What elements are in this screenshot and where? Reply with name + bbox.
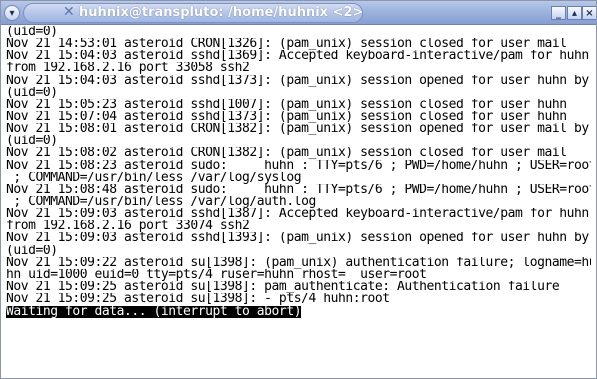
log-line: Nov 21 15:09:22 asteroid su[1398]: (pam_… [6,256,592,269]
log-line: ; COMMAND=/usr/bin/less /var/log/auth.lo… [6,195,316,209]
log-line: Nov 21 15:08:48 asteroid sudo: huhn : TT… [6,183,592,196]
right-edge [591,26,596,378]
log-line: Nov 21 15:05:23 asteroid sshd[1007]: (pa… [6,98,567,111]
maximize-button[interactable]: ▴ [567,6,582,20]
maximize-icon: ▴ [571,7,578,19]
terminal-window: ▾ ✕ huhnix@transpluto: /home/huhnix <2> … [0,0,597,379]
waiting-status: Waiting for data... (interrupt to abort) [6,306,302,319]
log-line: Nov 21 15:09:03 asteroid sshd[1387]: Acc… [6,208,589,221]
window-menu-button[interactable]: ▾ [4,5,20,21]
log-line: Nov 21 15:09:03 asteroid sshd[1393]: (pa… [6,232,589,245]
log-line: hn uid=1000 euid=0 tty=pts/4 ruser=huhn … [6,268,427,281]
log-line: Nov 21 15:04:03 asteroid sshd[1369]: Acc… [6,50,589,63]
close-icon: × [585,7,594,19]
minimize-button[interactable]: _ [551,6,566,20]
terminal-output[interactable]: (uid=0) Nov 21 14:53:01 asteroid CRON[13… [6,26,592,378]
minimize-icon: _ [556,7,561,19]
log-line: Nov 21 15:07:04 asteroid sshd[1373]: (pa… [6,110,567,124]
log-line: ; COMMAND=/usr/bin/less /var/log/syslog [6,171,302,184]
close-button[interactable]: × [582,6,596,20]
log-line: Nov 21 15:08:01 asteroid CRON[1382]: (pa… [6,123,589,136]
chevron-down-icon: ▾ [9,7,15,19]
log-line: Nov 21 15:08:23 asteroid sudo: huhn : TT… [6,159,592,172]
log-line: from 192.168.2.16 port 33074 ssh2 [6,220,250,233]
log-line: (uid=0) [6,135,58,148]
log-line: (uid=0) [6,86,58,99]
window-title: huhnix@transpluto: /home/huhnix <2> [79,5,364,20]
log-line: Nov 21 15:04:03 asteroid sshd[1373]: (pa… [6,74,589,87]
log-line: Nov 21 15:08:02 asteroid CRON[1382]: (pa… [6,147,567,160]
log-line: Nov 21 14:53:01 asteroid CRON[1326]: (pa… [6,38,567,51]
log-line: (uid=0) [6,26,58,39]
log-line: from 192.168.2.16 port 33058 ssh2 [6,62,250,75]
log-line: Nov 21 15:09:25 asteroid su[1398]: pam_a… [6,280,560,294]
title-bar[interactable]: ▾ ✕ huhnix@transpluto: /home/huhnix <2> … [1,1,596,25]
x-icon: ✕ [63,4,75,20]
log-line: Nov 21 15:09:25 asteroid su[1398]: - pts… [6,293,390,306]
log-line: (uid=0) [6,244,58,257]
